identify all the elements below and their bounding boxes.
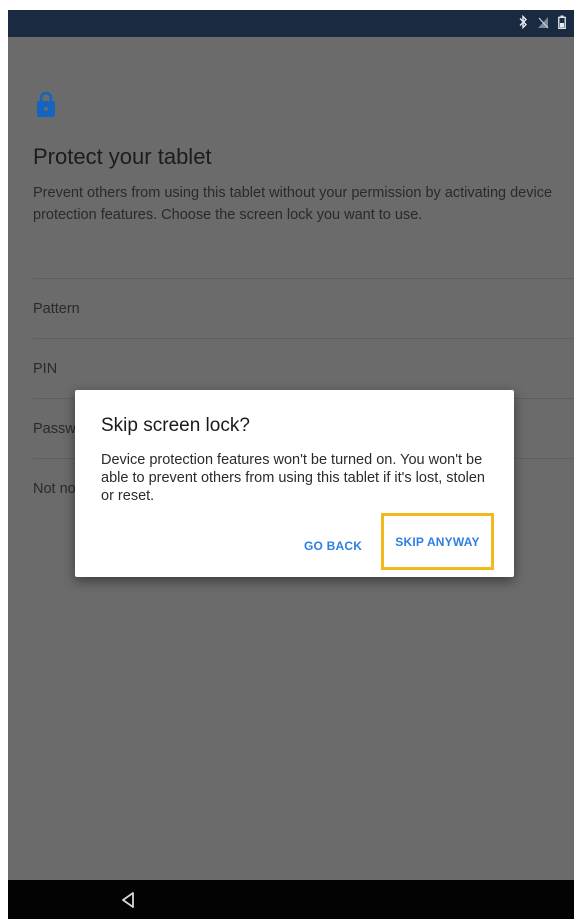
battery-icon	[558, 15, 566, 34]
status-icons	[518, 14, 566, 34]
status-bar	[8, 10, 574, 37]
dialog-title: Skip screen lock?	[101, 415, 250, 436]
page-description: Prevent others from using this tablet wi…	[33, 185, 553, 223]
page-title: Protect your tablet	[33, 144, 212, 169]
dialog-message: Device protection features won't be turn…	[101, 452, 485, 504]
option-label: Pattern	[33, 300, 80, 317]
option-pattern[interactable]: Pattern	[8, 279, 574, 338]
tablet-screen: Protect your tablet Prevent others from …	[8, 10, 574, 919]
go-back-button[interactable]: GO BACK	[304, 539, 362, 553]
navigation-bar	[8, 880, 574, 919]
skip-anyway-button[interactable]: SKIP ANYWAY	[381, 513, 494, 570]
lock-icon	[36, 90, 56, 118]
screen-lock-setup-page: Protect your tablet Prevent others from …	[8, 37, 574, 880]
option-label: PIN	[33, 360, 58, 377]
no-signal-icon	[537, 16, 549, 34]
bluetooth-icon	[518, 14, 528, 34]
back-triangle-icon[interactable]	[120, 891, 136, 909]
skip-screen-lock-dialog: Skip screen lock? Device protection feat…	[75, 390, 514, 577]
